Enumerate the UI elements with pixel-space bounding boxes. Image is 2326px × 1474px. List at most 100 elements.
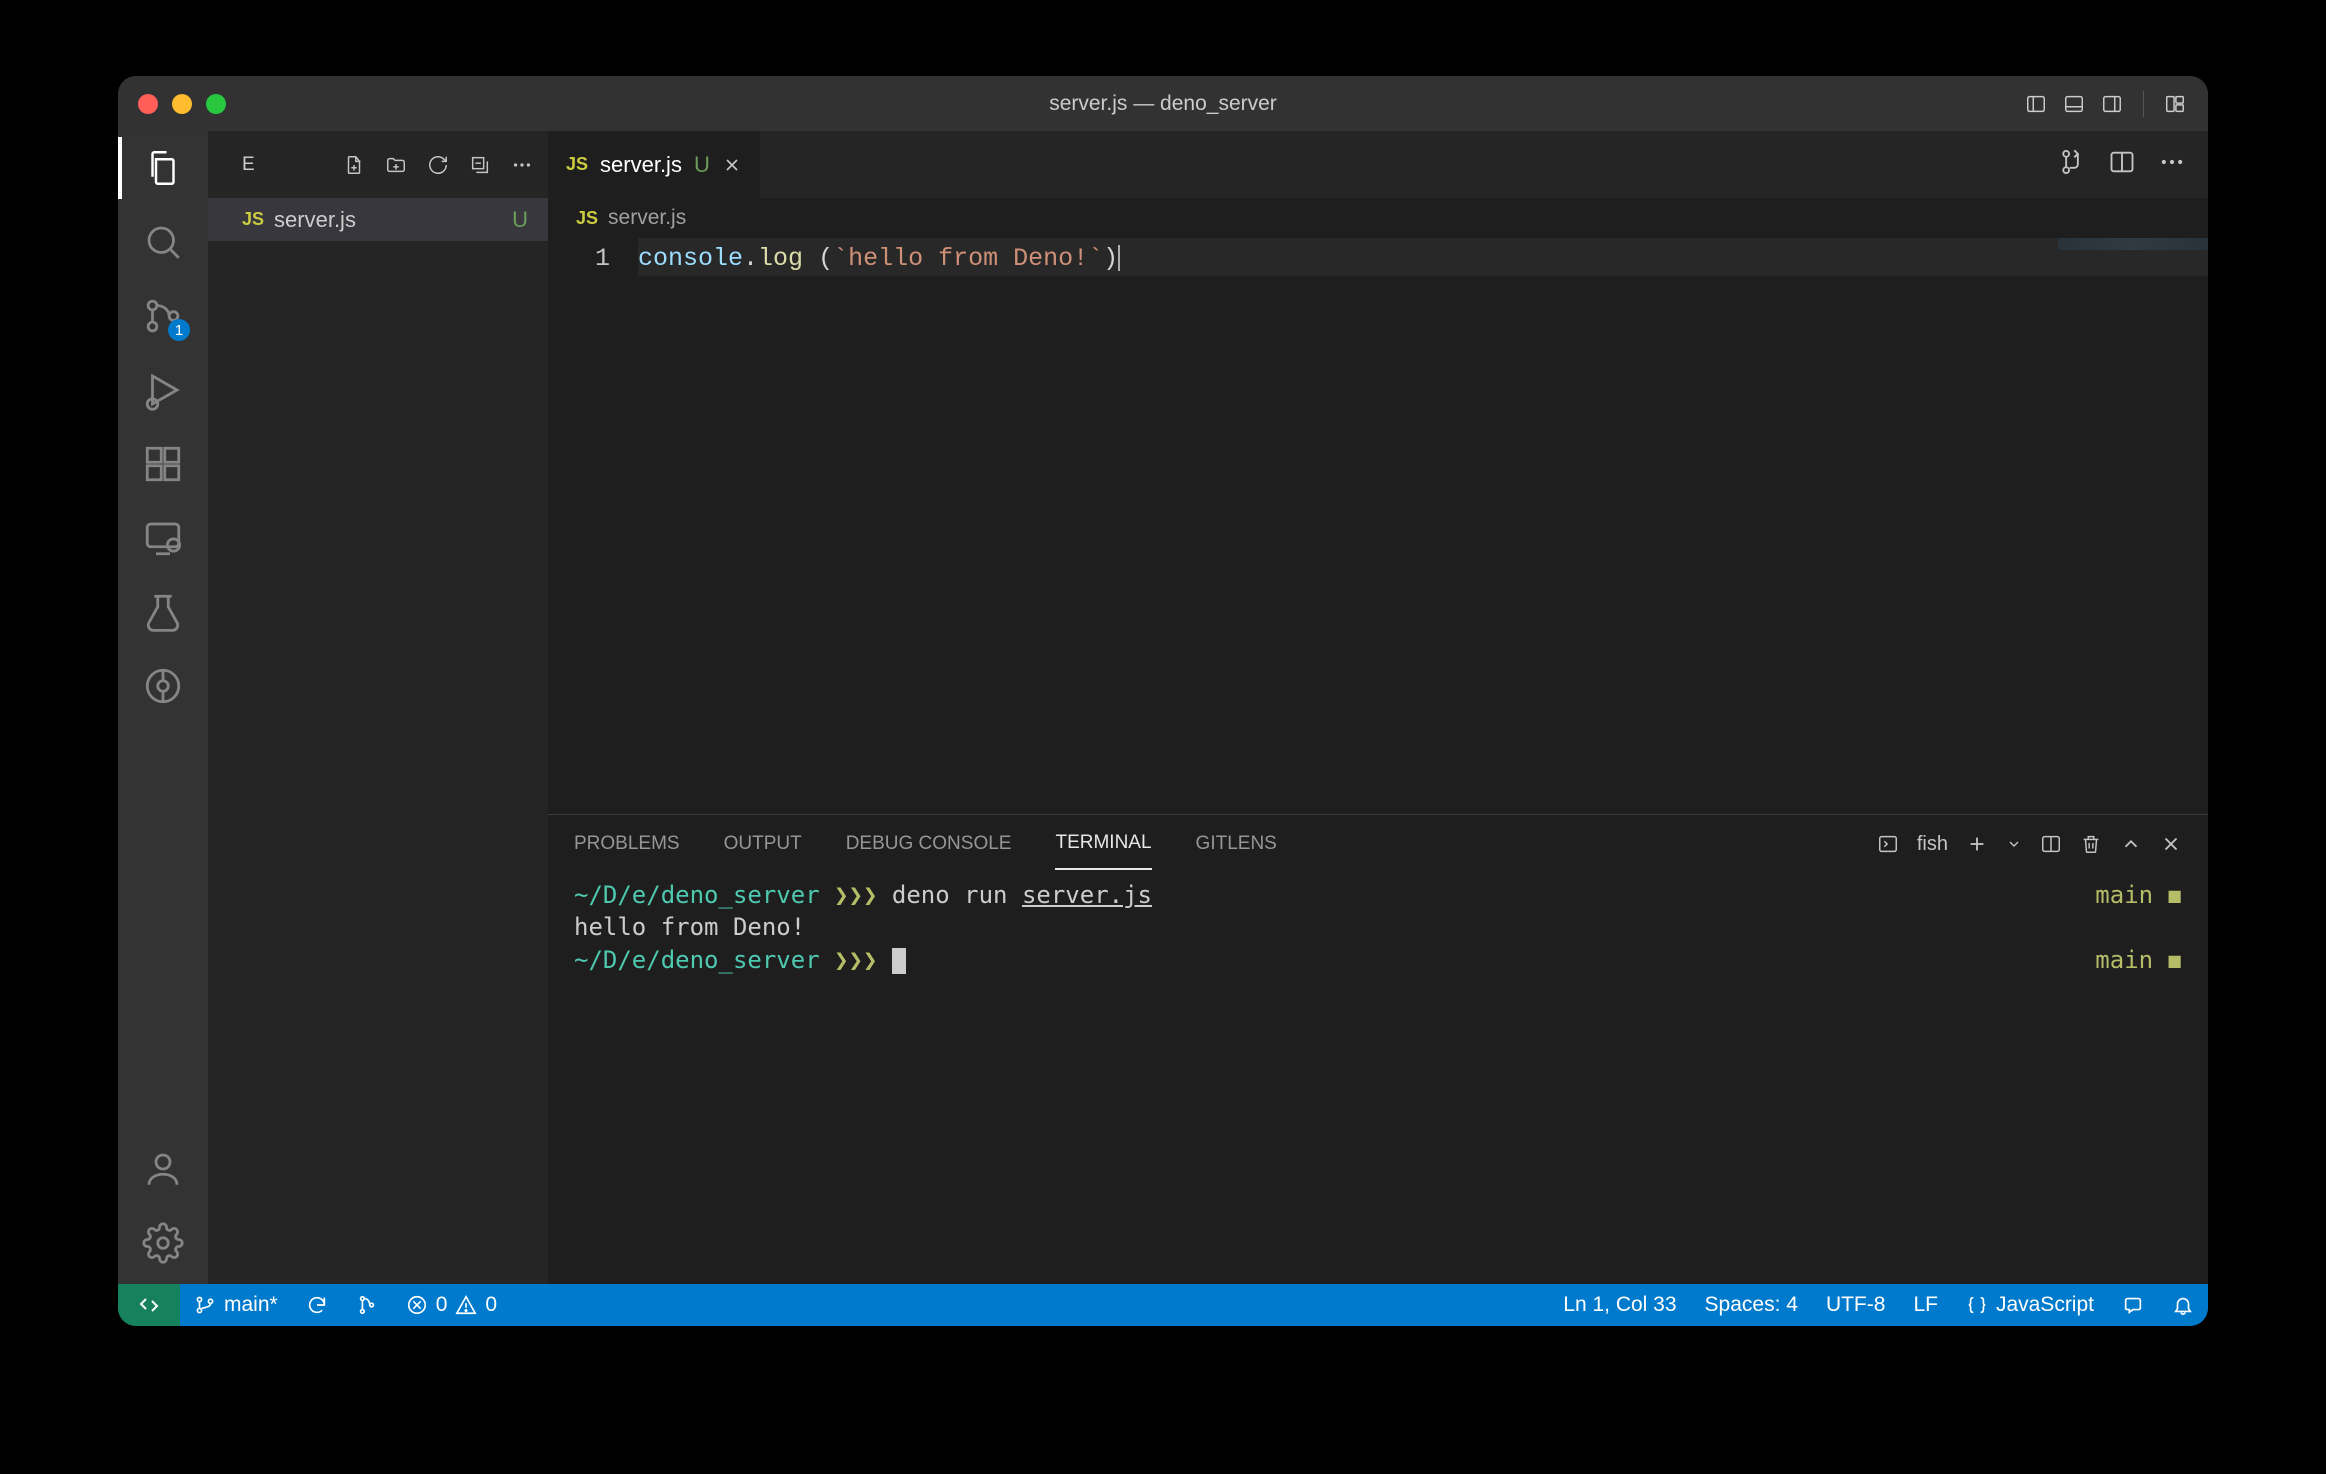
token-dot: .: [743, 244, 758, 273]
maximize-panel-icon[interactable]: [2120, 833, 2142, 855]
terminal-dirty-indicator: ◼: [2168, 881, 2182, 909]
terminal-cwd: ~/D/e/deno_server: [574, 881, 820, 909]
gitlens-activity[interactable]: [140, 663, 186, 709]
file-git-status: U: [512, 207, 528, 233]
terminal-command: deno run: [892, 881, 1022, 909]
terminal-branch: main: [2095, 946, 2153, 974]
minimize-window-button[interactable]: [172, 94, 192, 114]
breadcrumb-file: server.js: [608, 206, 686, 230]
editor-tab-server-js[interactable]: JS server.js U: [548, 131, 761, 198]
status-sync[interactable]: [292, 1284, 342, 1326]
customize-layout-icon[interactable]: [2162, 91, 2188, 117]
explorer-activity[interactable]: [140, 145, 186, 191]
panel-tab-problems[interactable]: PROBLEMS: [574, 819, 680, 869]
terminal-line: hello from Deno!: [574, 911, 2182, 943]
explorer-header-letter: E: [242, 154, 256, 176]
search-activity[interactable]: [140, 219, 186, 265]
terminal-prompt-arrows: ❯❯❯: [834, 881, 877, 909]
explorer-header: E: [208, 131, 548, 198]
editor-group: JS server.js U JS server.js: [548, 131, 2208, 1284]
status-cursor-position[interactable]: Ln 1, Col 33: [1549, 1284, 1690, 1326]
traffic-lights: [138, 94, 226, 114]
terminal-branch: main: [2095, 881, 2153, 909]
editor-more-icon[interactable]: [2158, 148, 2186, 181]
line-number-gutter: 1: [548, 238, 638, 814]
explorer-file-item[interactable]: JS server.js U: [208, 198, 548, 241]
terminal-shell-label[interactable]: fish: [1917, 833, 1948, 856]
new-folder-icon[interactable]: [384, 153, 408, 177]
token-lparen: (: [818, 244, 833, 273]
status-notifications-icon[interactable]: [2158, 1284, 2208, 1326]
breadcrumb[interactable]: JS server.js: [548, 198, 2208, 238]
panel-tab-terminal[interactable]: TERMINAL: [1055, 818, 1151, 870]
remote-indicator[interactable]: [118, 1284, 180, 1326]
terminal-output: hello from Deno!: [574, 911, 805, 943]
status-warning-count: 0: [485, 1293, 497, 1317]
panel-tab-debug-console[interactable]: DEBUG CONSOLE: [846, 819, 1012, 869]
status-encoding[interactable]: UTF-8: [1812, 1284, 1900, 1326]
code-line[interactable]: console.log (`hello from Deno!`): [638, 238, 2208, 276]
terminal-content[interactable]: ~/D/e/deno_server ❯❯❯ deno run server.js…: [548, 873, 2208, 1284]
status-language-mode[interactable]: JavaScript: [1952, 1284, 2108, 1326]
js-file-icon: JS: [566, 154, 588, 175]
line-number: 1: [548, 244, 610, 273]
token-identifier: console: [638, 244, 743, 273]
close-window-button[interactable]: [138, 94, 158, 114]
terminal-cwd: ~/D/e/deno_server: [574, 946, 820, 974]
toggle-panel-icon[interactable]: [2061, 91, 2087, 117]
collapse-all-icon[interactable]: [468, 153, 492, 177]
terminal-dropdown-icon[interactable]: [2006, 836, 2022, 852]
editor-tabs: JS server.js U: [548, 131, 2208, 198]
fullscreen-window-button[interactable]: [206, 94, 226, 114]
source-control-activity[interactable]: 1: [140, 293, 186, 339]
refresh-icon[interactable]: [426, 153, 450, 177]
split-terminal-icon[interactable]: [2040, 833, 2062, 855]
tab-git-status: U: [694, 152, 710, 178]
editor-cursor: [1118, 245, 1120, 271]
testing-activity[interactable]: [140, 589, 186, 635]
settings-activity[interactable]: [140, 1220, 186, 1266]
run-debug-activity[interactable]: [140, 367, 186, 413]
activity-bar: 1: [118, 131, 208, 1284]
titlebar-layout-controls: [2023, 91, 2188, 117]
js-file-icon: JS: [242, 209, 264, 230]
more-actions-icon[interactable]: [510, 153, 534, 177]
kill-terminal-icon[interactable]: [2080, 833, 2102, 855]
editor-body[interactable]: 1 console.log (`hello from Deno!`): [548, 238, 2208, 814]
status-problems[interactable]: 0 0: [392, 1284, 511, 1326]
status-eol[interactable]: LF: [1899, 1284, 1952, 1326]
scm-badge: 1: [168, 319, 190, 341]
separator: [2143, 91, 2144, 117]
extensions-activity[interactable]: [140, 441, 186, 487]
terminal-line: ~/D/e/deno_server ❯❯❯ main ◼: [574, 944, 2182, 976]
terminal-dirty-indicator: ◼: [2168, 946, 2182, 974]
remote-explorer-activity[interactable]: [140, 515, 186, 561]
token-function: log: [758, 244, 803, 273]
token-string: `hello from Deno!`: [833, 244, 1103, 273]
new-file-icon[interactable]: [342, 153, 366, 177]
compare-changes-icon[interactable]: [2058, 148, 2086, 181]
terminal-line: ~/D/e/deno_server ❯❯❯ deno run server.js…: [574, 879, 2182, 911]
close-tab-icon[interactable]: [722, 155, 742, 175]
accounts-activity[interactable]: [140, 1146, 186, 1192]
toggle-secondary-sidebar-icon[interactable]: [2099, 91, 2125, 117]
file-name: server.js: [274, 207, 356, 233]
status-feedback-icon[interactable]: [2108, 1284, 2158, 1326]
status-indentation[interactable]: Spaces: 4: [1691, 1284, 1812, 1326]
titlebar: server.js — deno_server: [118, 76, 2208, 131]
status-git-graph[interactable]: [342, 1284, 392, 1326]
panel-tab-output[interactable]: OUTPUT: [724, 819, 802, 869]
status-branch-name: main*: [224, 1293, 278, 1317]
toggle-primary-sidebar-icon[interactable]: [2023, 91, 2049, 117]
terminal-profile-icon[interactable]: [1877, 833, 1899, 855]
minimap[interactable]: [2058, 238, 2208, 250]
status-error-count: 0: [436, 1293, 448, 1317]
panel-tab-gitlens[interactable]: GITLENS: [1196, 819, 1277, 869]
status-branch[interactable]: main*: [180, 1284, 292, 1326]
close-panel-icon[interactable]: [2160, 833, 2182, 855]
js-file-icon: JS: [576, 208, 598, 229]
tab-filename: server.js: [600, 152, 682, 178]
status-language-label: JavaScript: [1996, 1293, 2094, 1317]
new-terminal-icon[interactable]: [1966, 833, 1988, 855]
split-editor-icon[interactable]: [2108, 148, 2136, 181]
